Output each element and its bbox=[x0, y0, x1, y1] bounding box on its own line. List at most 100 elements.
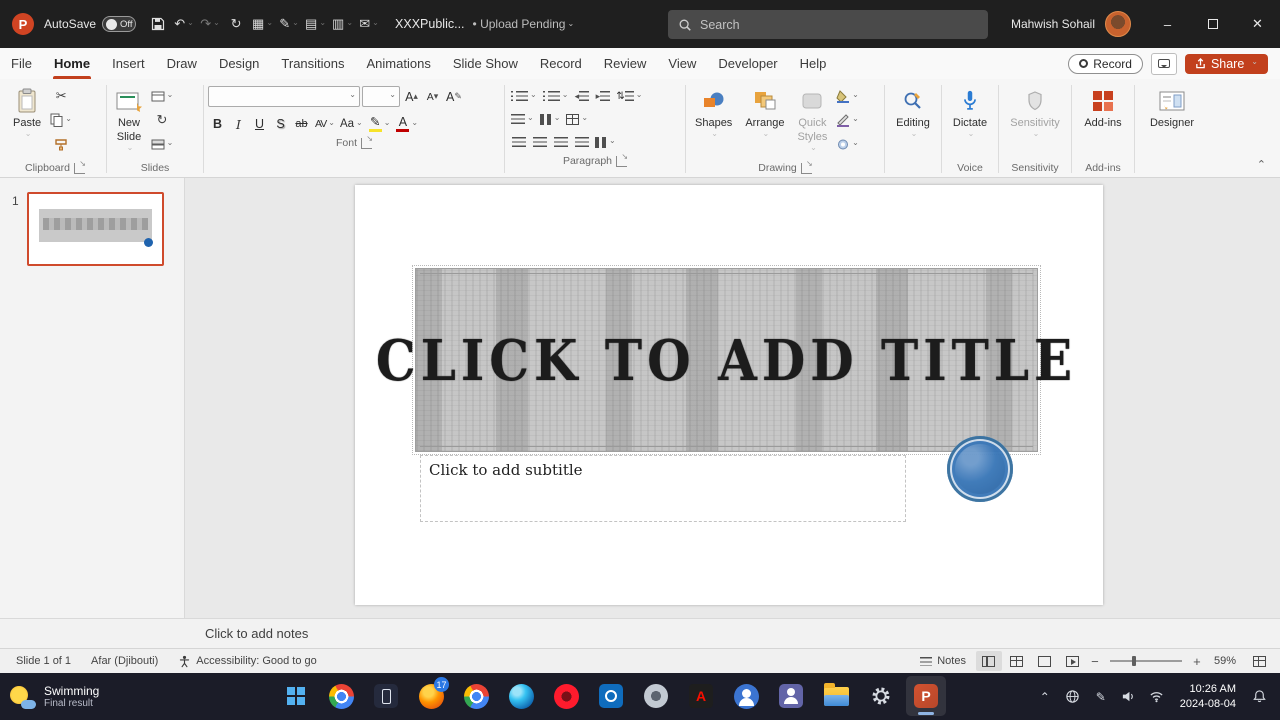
tab-slide-show[interactable]: Slide Show bbox=[442, 48, 529, 79]
taskbar-app-opera[interactable] bbox=[546, 676, 586, 716]
paragraph-dialog-launcher[interactable] bbox=[616, 152, 628, 167]
font-size-combo[interactable] bbox=[362, 86, 400, 107]
shape-effects-icon[interactable] bbox=[835, 133, 859, 155]
zoom-out-button[interactable]: − bbox=[1088, 654, 1102, 669]
tab-file[interactable]: File bbox=[0, 48, 43, 79]
editing-button[interactable]: Editing bbox=[891, 83, 935, 144]
slide-1-thumbnail[interactable] bbox=[26, 192, 164, 266]
reset-slide-icon[interactable]: ↻ bbox=[150, 109, 174, 131]
hidden-icons-chevron[interactable]: ⌃ bbox=[1032, 681, 1058, 713]
email-icon[interactable]: ✉ bbox=[357, 11, 381, 37]
taskbar-app-edge[interactable] bbox=[501, 676, 541, 716]
volume-icon[interactable] bbox=[1116, 681, 1142, 713]
slideshow-view-button[interactable] bbox=[1060, 651, 1086, 671]
paste-button[interactable]: Paste bbox=[8, 83, 46, 144]
tab-insert[interactable]: Insert bbox=[101, 48, 156, 79]
search-box[interactable] bbox=[668, 10, 988, 39]
table-icon[interactable]: ▤ bbox=[303, 11, 328, 37]
weather-widget[interactable]: Swimming Final result bbox=[0, 684, 200, 710]
reading-view-button[interactable] bbox=[1032, 651, 1058, 671]
align-left-button[interactable] bbox=[509, 132, 528, 152]
line-spacing-button[interactable]: ⇅ bbox=[614, 86, 644, 106]
maximize-button[interactable] bbox=[1190, 0, 1235, 48]
user-name[interactable]: Mahwish Sohail bbox=[1011, 17, 1095, 31]
title-placeholder[interactable]: CLICK TO ADD TITLE bbox=[376, 265, 1072, 455]
taskbar-app-file-explorer[interactable] bbox=[816, 676, 856, 716]
numbering-button[interactable] bbox=[541, 86, 571, 106]
dictate-button[interactable]: Dictate bbox=[948, 83, 992, 144]
taskbar-app-chrome[interactable] bbox=[321, 676, 361, 716]
notification-bell-icon[interactable] bbox=[1246, 681, 1272, 713]
draw-table-icon[interactable]: ▦ bbox=[250, 11, 275, 37]
character-spacing-button[interactable]: AV bbox=[313, 114, 336, 134]
increase-font-size-button[interactable]: A ▴ bbox=[402, 87, 421, 107]
highlight-color-button[interactable]: ✎ bbox=[367, 114, 393, 134]
change-case-button[interactable]: Aa bbox=[338, 114, 365, 134]
tab-review[interactable]: Review bbox=[593, 48, 658, 79]
fit-to-window-button[interactable] bbox=[1246, 651, 1272, 671]
comments-button[interactable] bbox=[1150, 52, 1177, 75]
font-name-combo[interactable] bbox=[208, 86, 360, 107]
tab-home[interactable]: Home bbox=[43, 48, 101, 79]
slide-sorter-view-button[interactable] bbox=[1004, 651, 1030, 671]
arrange-button[interactable]: Arrange bbox=[740, 83, 789, 144]
taskbar-app-people[interactable] bbox=[726, 676, 766, 716]
tab-draw[interactable]: Draw bbox=[156, 48, 208, 79]
zoom-level[interactable]: 59% bbox=[1206, 655, 1244, 667]
clipboard-dialog-launcher[interactable] bbox=[73, 159, 86, 174]
tab-animations[interactable]: Animations bbox=[356, 48, 442, 79]
taskbar-clock[interactable]: 10:26 AM 2024-08-04 bbox=[1172, 682, 1244, 712]
taskbar-app-gray[interactable] bbox=[636, 676, 676, 716]
shapes-button[interactable]: Shapes bbox=[690, 83, 737, 144]
slide-layout-icon[interactable] bbox=[150, 85, 174, 107]
tab-view[interactable]: View bbox=[657, 48, 707, 79]
strikethrough-button[interactable]: ab bbox=[292, 114, 311, 134]
format-painter-icon[interactable] bbox=[49, 133, 73, 155]
increase-indent-button[interactable]: ▸ bbox=[593, 86, 612, 106]
sensitivity-button[interactable]: Sensitivity bbox=[1005, 83, 1065, 144]
new-slide-button[interactable]: New Slide bbox=[111, 83, 147, 158]
collapse-ribbon-chevron[interactable]: ⌃ bbox=[1257, 158, 1266, 171]
network-globe-icon[interactable] bbox=[1060, 681, 1086, 713]
text-shadow-button[interactable]: S bbox=[271, 114, 290, 134]
justify-button[interactable] bbox=[572, 132, 591, 152]
text-direction-button[interactable] bbox=[509, 109, 536, 129]
start-button[interactable] bbox=[276, 676, 316, 716]
taskbar-app-firefox[interactable]: 17 bbox=[411, 676, 451, 716]
clear-formatting-button[interactable]: A ✎ bbox=[444, 87, 464, 107]
undo-icon[interactable]: ↶ bbox=[172, 11, 196, 37]
tab-developer[interactable]: Developer bbox=[707, 48, 788, 79]
share-button[interactable]: Share bbox=[1184, 53, 1268, 74]
taskbar-app-adobe[interactable]: A bbox=[681, 676, 721, 716]
subtitle-placeholder[interactable]: Click to add subtitle bbox=[420, 455, 906, 522]
record-button[interactable]: Record bbox=[1068, 53, 1143, 74]
minimize-button[interactable]: – bbox=[1145, 0, 1190, 48]
notes-toggle-button[interactable]: Notes bbox=[912, 655, 974, 667]
language-indicator[interactable]: Afar (Djibouti) bbox=[83, 655, 166, 667]
smartart-button[interactable] bbox=[564, 109, 590, 129]
tab-transitions[interactable]: Transitions bbox=[270, 48, 355, 79]
decrease-indent-button[interactable]: ◂ bbox=[572, 86, 591, 106]
cut-icon[interactable]: ✂ bbox=[49, 85, 73, 107]
document-title-area[interactable]: XXXPublic... • Upload Pending bbox=[395, 17, 574, 31]
designer-button[interactable]: Designer bbox=[1145, 83, 1199, 133]
redo-icon[interactable]: ↷ bbox=[198, 11, 222, 37]
wifi-icon[interactable] bbox=[1144, 681, 1170, 713]
user-avatar[interactable] bbox=[1105, 11, 1131, 37]
shape-fill-icon[interactable] bbox=[835, 85, 859, 107]
decrease-font-size-button[interactable]: A ▾ bbox=[423, 87, 442, 107]
font-color-button[interactable]: A bbox=[394, 114, 420, 134]
upload-status[interactable]: • Upload Pending bbox=[473, 17, 575, 31]
quick-styles-button[interactable]: Quick Styles bbox=[792, 83, 832, 158]
search-input[interactable] bbox=[700, 17, 950, 32]
zoom-slider[interactable] bbox=[1109, 656, 1182, 666]
autosave-toggle[interactable]: Off bbox=[102, 16, 137, 32]
align-right-button[interactable] bbox=[551, 132, 570, 152]
pen-icon[interactable]: ✎ bbox=[277, 11, 301, 37]
taskbar-app-settings[interactable] bbox=[861, 676, 901, 716]
font-dialog-launcher[interactable] bbox=[361, 134, 373, 149]
powerpoint-app-icon[interactable]: P bbox=[12, 13, 34, 35]
zoom-in-button[interactable]: + bbox=[1190, 654, 1204, 669]
accessibility-status[interactable]: Accessibility: Good to go bbox=[170, 655, 324, 668]
chart-icon[interactable]: ▥ bbox=[330, 11, 355, 37]
